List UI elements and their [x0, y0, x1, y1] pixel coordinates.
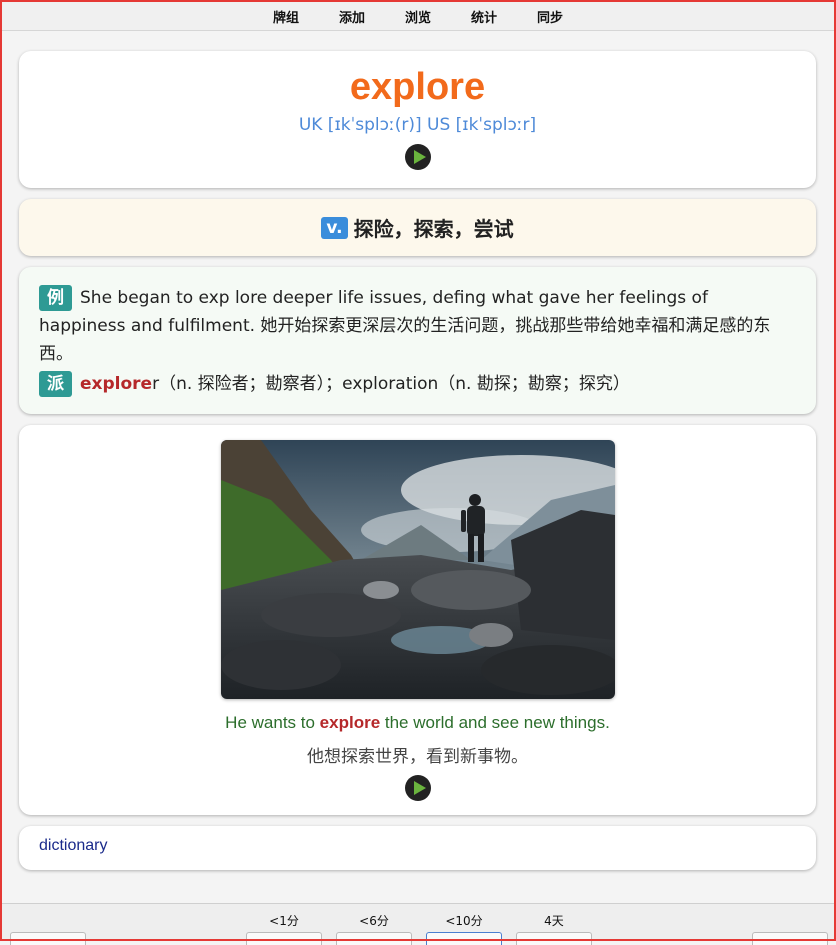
answer-bar: <1分 <6分 <10分 4天 [2, 903, 834, 945]
phonetic: UK [ɪkˈsplɔː(r)] US [ɪkˈsplɔːr] [298, 115, 537, 135]
sentence-en-before: He wants to [225, 713, 320, 732]
interval-again: <1分 [269, 914, 299, 928]
derivation-text: r（n. 探险者；勘察者）；exploration（n. 勘探；勘察；探究） [152, 374, 630, 394]
nav-sync[interactable]: 同步 [517, 7, 583, 26]
nav-add[interactable]: 添加 [319, 7, 385, 26]
nav-stats[interactable]: 统计 [451, 7, 517, 26]
word-card: explore UK [ɪkˈsplɔː(r)] US [ɪkˈsplɔːr] [19, 51, 816, 188]
image-card: He wants to explore the world and see ne… [19, 425, 816, 815]
top-nav: 牌组 添加 浏览 统计 同步 [2, 2, 834, 31]
mountain-explorer-image [221, 440, 615, 699]
interval-easy: 4天 [544, 914, 564, 928]
dictionary-link[interactable]: dictionary [39, 837, 107, 854]
interval-hard: <6分 [359, 914, 389, 928]
example-line: 例 She began to exp lore deeper life issue… [39, 284, 796, 368]
part-of-speech-badge: v. [321, 216, 348, 239]
derivation-tag: 派 [39, 371, 72, 397]
play-audio-icon[interactable] [404, 144, 431, 170]
definition-text: 探险，探索，尝试 [353, 217, 514, 241]
example-tag: 例 [39, 285, 72, 311]
derivation-line: 派 explorer（n. 探险者；勘察者）；exploration（n. 勘探；… [39, 370, 796, 398]
hard-button[interactable] [336, 932, 412, 945]
dictionary-card: dictionary [19, 826, 816, 870]
example-card: 例 She began to exp lore deeper life issue… [19, 267, 816, 414]
again-button[interactable] [246, 932, 322, 945]
good-button[interactable] [426, 932, 502, 945]
definition-card: v. 探险，探索，尝试 [19, 199, 816, 256]
derivation-highlight: explore [80, 374, 153, 394]
edit-button[interactable] [10, 932, 86, 945]
sentence-en-highlight: explore [319, 713, 381, 732]
nav-decks[interactable]: 牌组 [253, 7, 319, 26]
headword: explore [349, 66, 486, 108]
nav-browse[interactable]: 浏览 [385, 7, 451, 26]
easy-button[interactable] [516, 932, 592, 945]
sentence-en-after: the world and see new things. [380, 713, 610, 732]
play-sentence-audio-icon[interactable] [405, 775, 431, 801]
example-sentence-en: He wants to explore the world and see ne… [19, 713, 816, 733]
interval-good: <10分 [445, 914, 483, 928]
more-button[interactable] [752, 932, 828, 945]
example-sentence-zh: 他想探索世界，看到新事物。 [307, 747, 528, 767]
example-text: She began to exp lore deeper life issues… [39, 288, 771, 364]
